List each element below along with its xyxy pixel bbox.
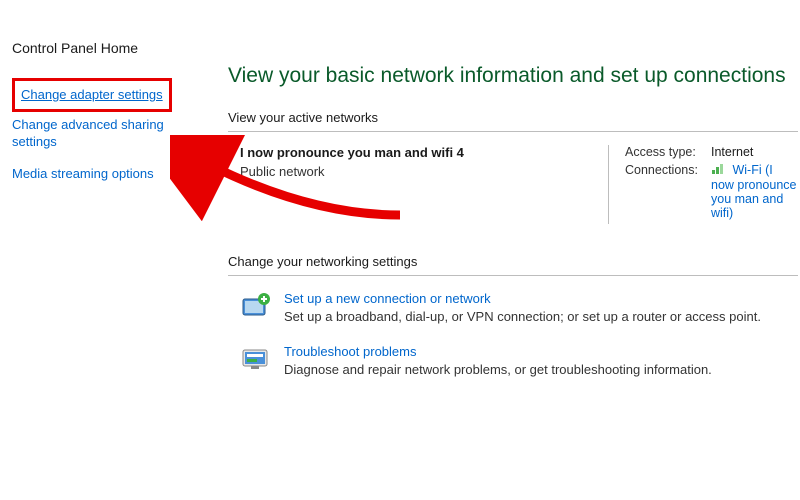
access-type-value: Internet <box>711 145 798 159</box>
active-networks-label: View your active networks <box>228 110 386 125</box>
settings-section-label: Change your networking settings <box>228 254 425 269</box>
troubleshoot-link[interactable]: Troubleshoot problems <box>284 344 416 359</box>
network-sharing-center: Control Panel Home Change adapter settin… <box>0 0 800 500</box>
network-type: Public network <box>240 164 608 179</box>
control-panel-home-link[interactable]: Control Panel Home <box>12 40 192 56</box>
wifi-signal-icon <box>711 163 725 178</box>
main-content: View your basic network information and … <box>200 40 800 500</box>
change-advanced-sharing-link[interactable]: Change advanced sharing settings <box>12 116 192 151</box>
active-networks-section-header: View your active networks <box>228 110 798 125</box>
troubleshoot-desc: Diagnose and repair network problems, or… <box>284 362 798 377</box>
settings-list: Set up a new connection or network Set u… <box>240 291 798 377</box>
sidebar: Control Panel Home Change adapter settin… <box>0 40 200 500</box>
active-network-row: I now pronounce you man and wifi 4 Publi… <box>240 145 798 224</box>
setup-connection-link[interactable]: Set up a new connection or network <box>284 291 491 306</box>
connections-label: Connections: <box>625 163 711 177</box>
troubleshoot-icon <box>240 344 272 376</box>
network-info: I now pronounce you man and wifi 4 Publi… <box>240 145 608 224</box>
setup-connection-desc: Set up a broadband, dial-up, or VPN conn… <box>284 309 798 324</box>
network-details: Access type: Internet Connections: Wi-Fi… <box>608 145 798 224</box>
page-title: View your basic network information and … <box>228 40 798 88</box>
connections-link[interactable]: Wi-Fi (I now pronounce you man and wifi) <box>711 163 798 220</box>
network-name: I now pronounce you man and wifi 4 <box>240 145 608 160</box>
setup-connection-item: Set up a new connection or network Set u… <box>240 291 798 324</box>
access-type-label: Access type: <box>625 145 711 159</box>
media-streaming-options-link[interactable]: Media streaming options <box>12 165 192 183</box>
setup-connection-icon <box>240 291 272 323</box>
troubleshoot-item: Troubleshoot problems Diagnose and repai… <box>240 344 798 377</box>
change-adapter-settings-link[interactable]: Change adapter settings <box>12 78 172 112</box>
settings-section-header: Change your networking settings <box>228 254 798 269</box>
